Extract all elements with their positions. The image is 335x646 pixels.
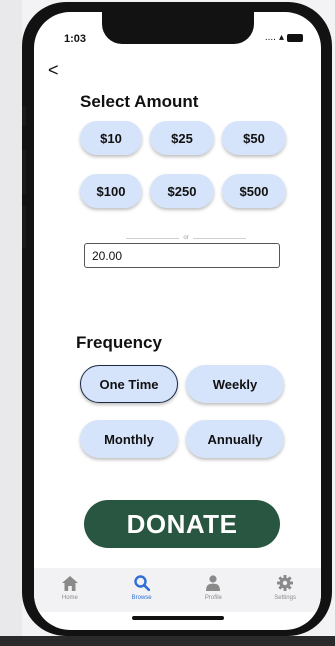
tab-home[interactable]: Home [42,568,98,601]
frequency-monthly[interactable]: Monthly [80,420,178,458]
home-icon [61,574,78,592]
tab-profile[interactable]: Profile [185,568,241,601]
back-button[interactable]: < [48,60,59,81]
background-panel [0,0,22,646]
wifi-icon: ▴ [278,32,284,43]
status-time: 1:03 [64,33,87,45]
frequency-heading: Frequency [76,333,162,352]
tab-settings-label: Settings [274,595,296,601]
tab-settings[interactable]: Settings [257,568,313,601]
search-icon [133,574,150,592]
status-icons: .... ▴ [265,32,303,43]
user-icon [206,574,221,592]
amount-option-10[interactable]: $10 [80,121,142,155]
tab-profile-label: Profile [204,595,222,601]
frequency-one-time[interactable]: One Time [80,365,178,403]
divider-line-left [126,237,180,239]
app-screen: 1:03 .... ▴ < Select Amount $10 $25 $50 … [34,12,321,630]
mute-switch [22,105,26,127]
background-bottom-bar [0,636,335,646]
select-amount-heading: Select Amount [80,92,199,111]
battery-icon [287,33,303,42]
tab-bar: Home Browse Profile Settings [34,568,321,612]
donate-button[interactable]: DONATE [84,500,280,548]
tab-home-label: Home [61,595,78,601]
volume-up-button [22,150,26,194]
signal-icon: .... [264,32,276,43]
frequency-annually[interactable]: Annually [186,420,284,458]
amount-option-250[interactable]: $250 [150,174,214,208]
gear-icon [277,574,294,592]
home-indicator [132,616,224,620]
notch [102,12,254,44]
tab-browse[interactable]: Browse [114,568,170,601]
or-divider-label: or [183,235,189,241]
amount-option-50[interactable]: $50 [222,121,286,155]
frequency-weekly[interactable]: Weekly [186,365,284,403]
divider-line-right [192,237,246,239]
custom-amount-input[interactable] [84,243,280,268]
amount-option-100[interactable]: $100 [80,174,142,208]
volume-down-button [22,205,26,249]
amount-option-25[interactable]: $25 [150,121,214,155]
amount-option-500[interactable]: $500 [222,174,286,208]
tab-browse-label: Browse [131,595,152,601]
